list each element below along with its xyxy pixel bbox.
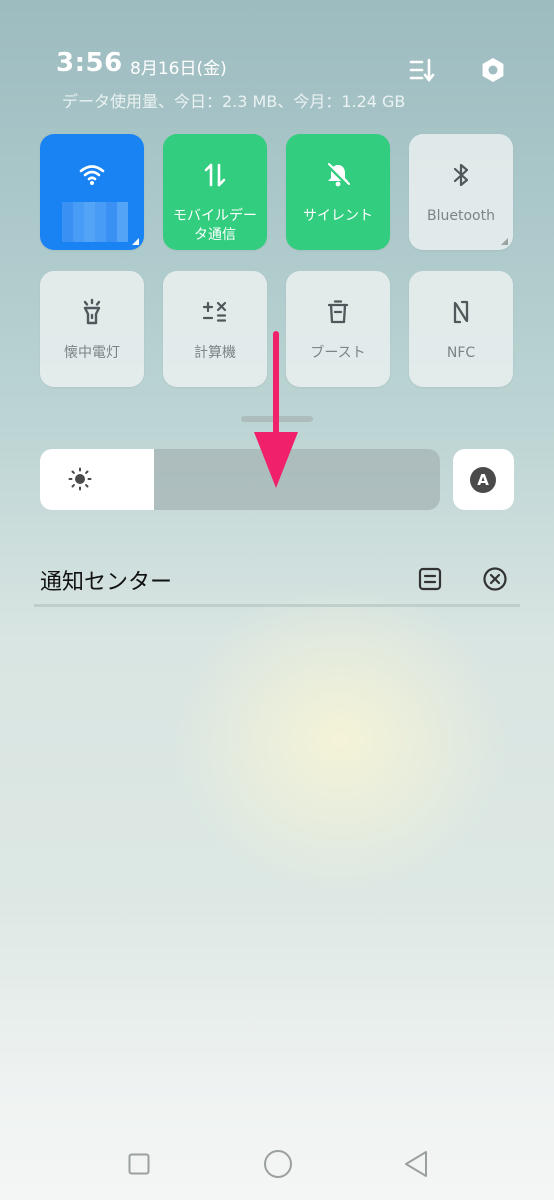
nfc-icon <box>453 300 469 324</box>
tile-label: 懐中電灯 <box>64 345 120 361</box>
status-date[interactable]: 8月16日(金) <box>130 54 227 79</box>
recent-apps-button[interactable] <box>128 1153 150 1175</box>
data-arrows-icon <box>204 163 226 187</box>
bluetooth-icon <box>453 163 469 187</box>
home-button[interactable] <box>263 1149 293 1179</box>
brightness-slider[interactable] <box>40 449 440 510</box>
tile-flashlight[interactable]: 懐中電灯 <box>40 271 144 387</box>
clear-all-icon[interactable] <box>482 566 508 592</box>
auto-brightness-button[interactable]: A <box>453 449 514 510</box>
wifi-icon <box>79 165 105 185</box>
sun-icon <box>68 467 92 491</box>
tile-label: Bluetooth <box>427 208 495 224</box>
flashlight-icon <box>83 298 101 325</box>
swipe-down-arrow <box>254 331 298 488</box>
status-time: 3:56 <box>56 48 123 78</box>
data-usage-text: データ使用量、今日：2.3 MB、今月：1.24 GB <box>62 92 406 111</box>
tile-expand-corner <box>501 238 508 245</box>
tile-nfc[interactable]: NFC <box>409 271 513 387</box>
back-button[interactable] <box>403 1150 429 1178</box>
manage-notifications-icon[interactable] <box>417 566 443 592</box>
notification-center-title: 通知センター <box>40 570 173 595</box>
brightness-slider-fill <box>40 449 154 510</box>
tile-label: サイレント <box>303 208 373 224</box>
edit-tiles-icon[interactable] <box>408 56 436 84</box>
tile-bluetooth[interactable]: Bluetooth <box>409 134 513 250</box>
tile-label: NFC <box>446 345 476 361</box>
wifi-network-name-redacted <box>62 202 128 242</box>
tile-wifi[interactable] <box>40 134 144 250</box>
tile-silent[interactable]: サイレント <box>286 134 390 250</box>
auto-brightness-icon: A <box>470 467 496 493</box>
tile-mobile-data[interactable]: モバイルデータ通信 <box>163 134 267 250</box>
tile-expand-corner <box>132 238 139 245</box>
calculator-icon <box>202 301 227 322</box>
notification-center-divider <box>34 604 520 607</box>
trash-icon <box>327 300 349 324</box>
tile-label: モバイルデータ通信 <box>173 208 257 243</box>
bell-off-icon <box>326 163 350 187</box>
gear-icon[interactable] <box>479 56 507 84</box>
